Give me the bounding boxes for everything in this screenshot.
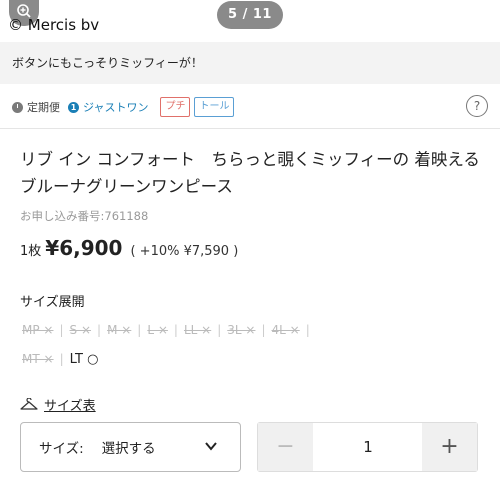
quantity-decrease-button[interactable]: − [258, 423, 313, 471]
size-chart-label: サイズ表 [44, 399, 96, 414]
image-credit: © Mercis bv [8, 16, 100, 34]
size-m: M × [107, 323, 132, 337]
size-row-1: MP × | S × | M × | L × | LL × | 3L × | 4L × | [16, 318, 486, 342]
size-4l: 4L × [271, 323, 300, 337]
price-unit: 1枚 [20, 244, 42, 259]
size-l: L × [147, 323, 168, 337]
product-title: リブ イン コンフォート ちらっと覗くミッフィーの 着映えるブルーナグリーンワン… [20, 150, 480, 196]
size-chart-link[interactable]: サイズ表 [20, 395, 96, 414]
tall-tag: トール [194, 97, 235, 117]
size-select-value: 選択する [101, 441, 156, 457]
image-counter: 5 / 11 [217, 1, 283, 29]
hanger-icon [20, 397, 38, 410]
quantity-stepper[interactable]: − 1 + [257, 422, 478, 472]
help-icon[interactable]: ? [466, 95, 488, 117]
regular-delivery-label: 定期便 [27, 101, 60, 114]
size-lt: LT ○ [69, 351, 99, 367]
size-mt: MT × [22, 352, 54, 366]
chevron-down-icon [205, 442, 217, 451]
size-3l: 3L × [227, 323, 256, 337]
order-number: お申し込み番号:761188 [20, 209, 149, 223]
sizes-heading: サイズ展開 [20, 295, 85, 310]
image-caption: ボタンにもこっそりミッフィーが！ [0, 42, 500, 84]
quantity-value[interactable]: 1 [313, 423, 423, 471]
clock-icon [12, 101, 23, 113]
image-gallery-top: © Mercis bv 5 / 11 [0, 0, 500, 42]
divider [0, 128, 500, 129]
petit-tag: プチ [160, 97, 191, 117]
delivery-options: 定期便 1 ジャストワン プチ トール [12, 96, 235, 118]
size-ll: LL × [183, 323, 212, 337]
price-value: ¥6,900 [45, 236, 123, 260]
size-select-label: サイズ: [39, 441, 84, 457]
just-one-icon: 1 [68, 101, 79, 113]
price-block: 1枚 ¥6,900 ( +10% ¥7,590 ) [20, 236, 238, 260]
size-s: S × [69, 323, 92, 337]
size-mp: MP × [22, 323, 54, 337]
just-one-label: ジャストワン [83, 101, 149, 114]
quantity-increase-button[interactable]: + [422, 423, 477, 471]
size-row-2: MT × | LT ○ [16, 347, 486, 371]
size-select[interactable]: サイズ: 選択する [20, 422, 241, 472]
size-list: MP × | S × | M × | L × | LL × | 3L × | 4L × | M… [16, 318, 486, 376]
size-separator: | [305, 323, 310, 337]
price-with-tax: ( +10% ¥7,590 ) [130, 244, 239, 259]
